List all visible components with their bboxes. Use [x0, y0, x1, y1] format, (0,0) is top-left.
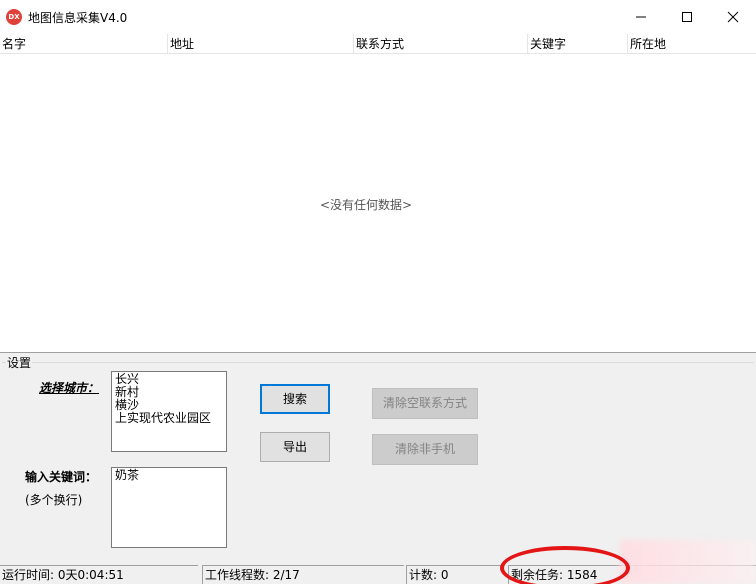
column-header-contact[interactable]: 联系方式: [354, 34, 528, 54]
results-list[interactable]: 名字 地址 联系方式 关键字 所在地 <没有任何数据>: [0, 34, 756, 353]
settings-group-title: 设置: [6, 354, 33, 371]
empty-list-message: <没有任何数据>: [319, 198, 413, 212]
export-button[interactable]: 导出: [260, 432, 330, 462]
city-label: 选择城市：: [39, 381, 100, 395]
close-button[interactable]: [710, 0, 756, 34]
close-icon: [727, 11, 739, 23]
column-header-location[interactable]: 所在地: [628, 34, 756, 54]
highlight-circle-annotation: [500, 546, 630, 584]
keyword-label: 输入关键词：: [25, 470, 98, 484]
app-logo-icon: DX: [6, 9, 22, 25]
settings-group: 设置 选择城市： 长兴 新村 横沙 上实现代农业园区 输入关键词： (多个换行)…: [0, 353, 756, 562]
window-title: 地图信息采集V4.0: [28, 11, 128, 25]
maximize-button[interactable]: [664, 0, 710, 34]
keyword-hint: (多个换行): [25, 493, 83, 507]
column-header-name[interactable]: 名字: [0, 34, 168, 54]
group-divider: [2, 362, 754, 363]
column-header-keyword[interactable]: 关键字: [528, 34, 628, 54]
column-header-address[interactable]: 地址: [168, 34, 354, 54]
maximize-icon: [682, 12, 692, 22]
blurred-overlay: [620, 540, 756, 584]
status-threads: 工作线程数: 2/17: [202, 565, 404, 584]
status-run-time: 运行时间: 0天0:04:51: [0, 565, 198, 584]
title-bar: DX 地图信息采集V4.0: [0, 0, 756, 34]
keyword-input[interactable]: 奶茶: [111, 467, 227, 548]
city-input[interactable]: 长兴 新村 横沙 上实现代农业园区: [111, 371, 227, 452]
minimize-icon: [636, 16, 646, 18]
status-count: 计数: 0: [406, 565, 504, 584]
minimize-button[interactable]: [618, 0, 664, 34]
clear-empty-contact-button[interactable]: 清除空联系方式: [372, 388, 478, 419]
search-button[interactable]: 搜索: [260, 384, 330, 414]
list-header: 名字 地址 联系方式 关键字 所在地: [0, 34, 756, 54]
clear-non-mobile-button[interactable]: 清除非手机: [372, 434, 478, 465]
